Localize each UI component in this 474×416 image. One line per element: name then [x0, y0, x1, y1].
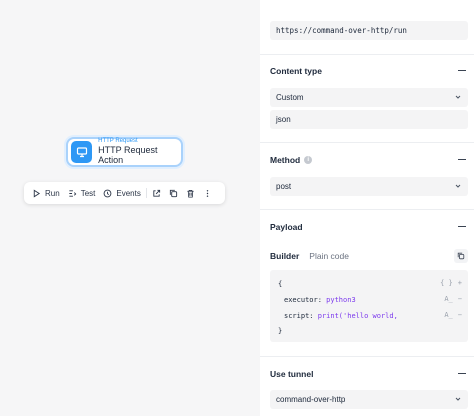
test-flask-icon [69, 189, 76, 197]
duplicate-button[interactable] [165, 184, 182, 202]
properties-panel: https://command-over-http/run Content ty… [260, 0, 474, 416]
events-button[interactable]: Events [99, 184, 144, 202]
url-value: https://command-over-http/run [276, 26, 407, 35]
chevron-down-icon [455, 95, 461, 99]
open-external-button[interactable] [148, 184, 165, 202]
custom-content-type-value: json [276, 115, 291, 124]
translate-icon[interactable]: A̲ [444, 295, 452, 303]
chevron-down-icon [455, 184, 461, 188]
payload-title: Payload [270, 222, 303, 232]
tunnel-collapse-icon[interactable] [458, 373, 466, 375]
tunnel-selected: command-over-http [276, 395, 346, 404]
tab-plain-code[interactable]: Plain code [309, 251, 349, 261]
section-divider [260, 142, 474, 143]
code-close-brace: } [278, 327, 283, 335]
code-script-value: print('hello world, [317, 312, 398, 320]
delete-row-icon[interactable]: − [458, 311, 462, 319]
node-name-label: HTTP Request Action [98, 145, 158, 166]
more-vertical-icon [206, 189, 209, 197]
chevron-down-icon [455, 397, 461, 401]
info-icon[interactable]: i [304, 156, 313, 164]
run-button[interactable]: Run [28, 184, 64, 202]
method-collapse-icon[interactable] [458, 159, 466, 161]
run-label: Run [45, 188, 60, 198]
monitor-icon [71, 141, 93, 163]
test-label: Test [80, 188, 96, 198]
custom-content-type-input[interactable]: json [270, 110, 468, 129]
content-type-title: Content type [270, 66, 322, 76]
braces-icon[interactable]: { } [440, 279, 453, 287]
method-selected: post [276, 182, 292, 191]
code-executor-key: executor: [284, 296, 322, 304]
events-label: Events [116, 188, 141, 198]
method-title: Method i [270, 155, 313, 165]
more-button[interactable] [199, 184, 216, 202]
code-fade-overlay [400, 270, 440, 342]
copy-payload-button[interactable] [454, 249, 468, 263]
code-script-key: script: [284, 312, 314, 320]
url-input[interactable]: https://command-over-http/run [270, 21, 468, 40]
workflow-canvas[interactable]: HTTP Request HTTP Request Action Run Tes… [0, 0, 260, 416]
trash-icon [187, 189, 194, 198]
section-divider [260, 356, 474, 357]
payload-tabs: Builder Plain code [270, 251, 349, 261]
code-executor-value: python3 [326, 296, 356, 304]
http-request-node[interactable]: HTTP Request HTTP Request Action [66, 137, 183, 167]
content-type-selected: Custom [276, 93, 304, 102]
test-button[interactable]: Test [64, 184, 100, 202]
section-divider [260, 54, 474, 55]
play-icon [33, 189, 41, 197]
plus-icon[interactable]: + [458, 279, 462, 287]
node-type-label: HTTP Request [98, 138, 138, 145]
copy-icon [457, 252, 465, 260]
content-type-collapse-icon[interactable] [458, 70, 466, 72]
tunnel-select[interactable]: command-over-http [270, 390, 468, 409]
translate-icon[interactable]: A̲ [444, 311, 452, 319]
tab-builder[interactable]: Builder [270, 251, 299, 261]
payload-code-editor[interactable]: { { } + executor: python3 script: print(… [270, 270, 468, 342]
node-toolbar: Run Test Events [24, 182, 225, 204]
delete-row-icon[interactable]: − [458, 295, 462, 303]
use-tunnel-title: Use tunnel [270, 369, 314, 379]
code-open-brace: { [278, 280, 283, 288]
external-link-icon [153, 189, 160, 197]
delete-button[interactable] [182, 184, 199, 202]
method-select[interactable]: post [270, 177, 468, 196]
section-divider [260, 209, 474, 210]
payload-collapse-icon[interactable] [458, 226, 466, 228]
content-type-select[interactable]: Custom [270, 88, 468, 107]
history-icon [103, 189, 112, 197]
toolbar-divider [145, 188, 147, 198]
copy-icon [169, 189, 177, 197]
